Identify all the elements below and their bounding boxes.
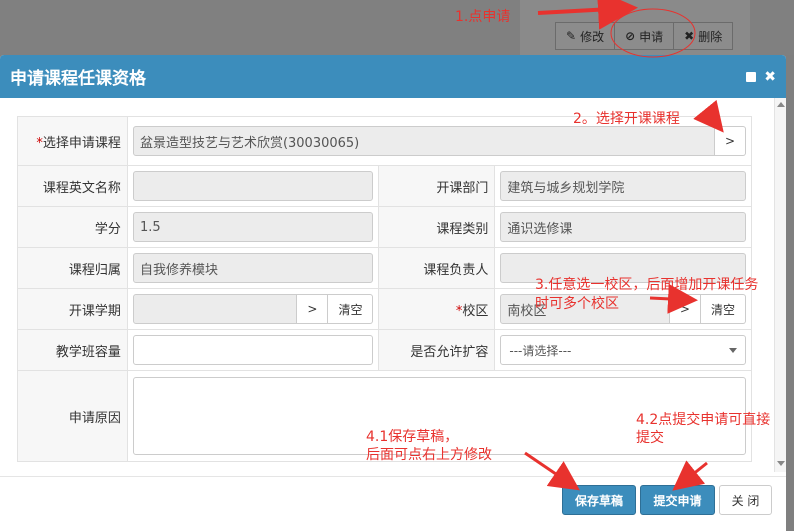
save-draft-button[interactable]: 保存草稿: [562, 485, 636, 515]
close-icon: ✖: [684, 29, 695, 43]
annotation-step-1: 1.点申请: [455, 9, 511, 25]
apply-button[interactable]: ⊘ 申请: [615, 22, 675, 50]
apply-button-label: 申请: [639, 29, 664, 44]
chevron-down-icon: [729, 347, 737, 353]
leader-label: 课程负责人: [378, 247, 496, 289]
scroll-down-icon[interactable]: [777, 461, 785, 466]
capacity-input[interactable]: [132, 335, 374, 365]
annotation-step-2: 2。选择开课课程: [573, 111, 680, 127]
close-icon[interactable]: ✖: [764, 69, 776, 85]
dialog-title: 申请课程任课资格: [10, 69, 146, 89]
dialog-header: 申请课程任课资格 ✖: [0, 55, 786, 98]
edit-button[interactable]: ✎ 修改: [555, 22, 616, 50]
vertical-scrollbar[interactable]: [774, 98, 786, 472]
dialog-footer: 保存草稿 提交申请 关 闭: [0, 476, 786, 531]
english-name-field[interactable]: [132, 171, 374, 201]
credits-label: 学分: [17, 206, 128, 248]
course-field[interactable]: 盆景造型技艺与艺术欣赏(30030065): [132, 126, 715, 156]
campus-pick-button[interactable]: >: [669, 294, 701, 324]
annotation-step-41-line2: 后面可点右上方修改: [366, 447, 492, 463]
credits-field[interactable]: 1.5: [132, 212, 374, 242]
annotation-step-42-line2: 提交: [636, 430, 664, 446]
campus-label: *校区: [378, 288, 496, 330]
campus-clear-button[interactable]: 清空: [700, 294, 746, 324]
capacity-label: 教学班容量: [17, 329, 128, 371]
category-field[interactable]: 通识选修课: [500, 212, 746, 242]
annotation-step-3-line2: 时可多个校区: [535, 296, 619, 312]
delete-button-label: 删除: [698, 29, 723, 44]
belongs-field[interactable]: 自我修养模块: [132, 253, 374, 283]
term-label: 开课学期: [17, 288, 128, 330]
expand-select-value: ---请选择---: [509, 343, 572, 358]
expand-label: 是否允许扩容: [378, 329, 496, 371]
dialog-controls: ✖: [746, 69, 776, 85]
course-label: *选择申请课程: [17, 116, 128, 166]
course-pick-button[interactable]: >: [714, 126, 746, 156]
submit-button[interactable]: 提交申请: [640, 485, 715, 515]
department-label: 开课部门: [378, 165, 496, 207]
belongs-label: 课程归属: [17, 247, 128, 289]
close-button[interactable]: 关 闭: [719, 485, 772, 515]
scroll-up-icon[interactable]: [777, 102, 785, 107]
category-label: 课程类别: [378, 206, 496, 248]
edit-button-label: 修改: [580, 29, 605, 44]
background-toolbar: ✎ 修改 ⊘ 申请 ✖ 删除: [555, 22, 734, 50]
term-clear-button[interactable]: 清空: [328, 294, 374, 324]
maximize-icon[interactable]: [746, 71, 757, 82]
annotation-step-42-line1: 4.2点提交申请可直接: [636, 412, 771, 428]
english-name-label: 课程英文名称: [17, 165, 128, 207]
delete-button[interactable]: ✖ 删除: [674, 22, 734, 50]
ban-icon: ⊘: [625, 29, 636, 43]
expand-select[interactable]: ---请选择---: [500, 335, 746, 365]
edit-icon: ✎: [566, 29, 577, 43]
term-pick-button[interactable]: >: [297, 294, 329, 324]
annotation-step-3-line1: 3.任意选一校区，后面增加开课任务: [535, 277, 759, 293]
annotation-step-41-line1: 4.1保存草稿，: [366, 429, 459, 445]
term-field[interactable]: [132, 294, 298, 324]
department-field[interactable]: 建筑与城乡规划学院: [500, 171, 746, 201]
reason-label: 申请原因: [17, 370, 128, 462]
